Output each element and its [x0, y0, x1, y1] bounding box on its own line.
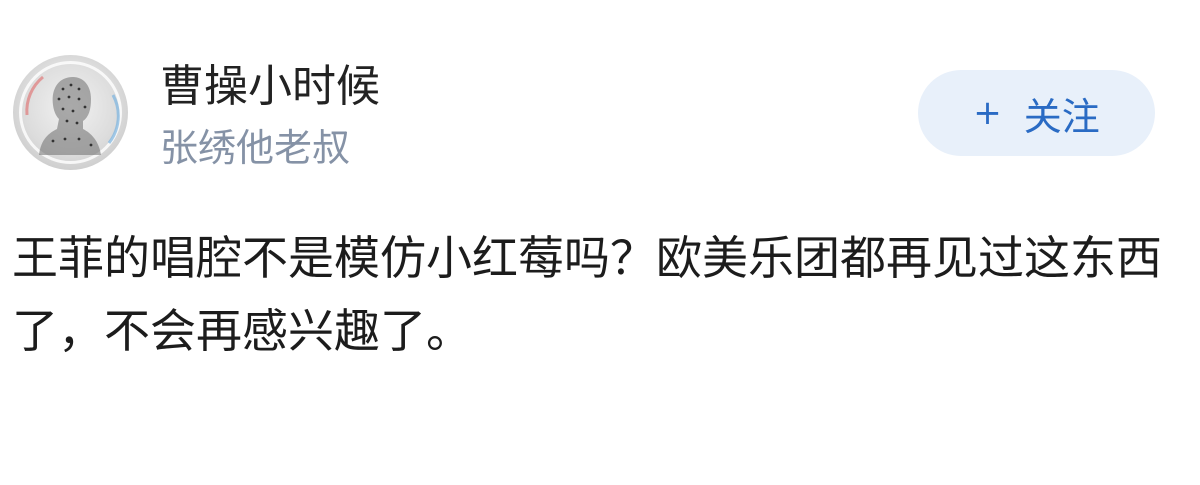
plus-icon: +: [973, 93, 1002, 133]
user-subtitle: 张绣他老叔: [160, 126, 351, 170]
avatar-image: [19, 61, 122, 164]
user-name[interactable]: 曹操小时候: [160, 60, 380, 114]
post-text: 王菲的唱腔不是模仿小红莓吗？欧美乐团都再见过这东西了，不会再感兴趣了。: [12, 231, 1162, 358]
avatar[interactable]: [13, 55, 128, 170]
follow-button[interactable]: + 关注: [918, 70, 1155, 156]
follow-label: 关注: [1023, 94, 1100, 139]
